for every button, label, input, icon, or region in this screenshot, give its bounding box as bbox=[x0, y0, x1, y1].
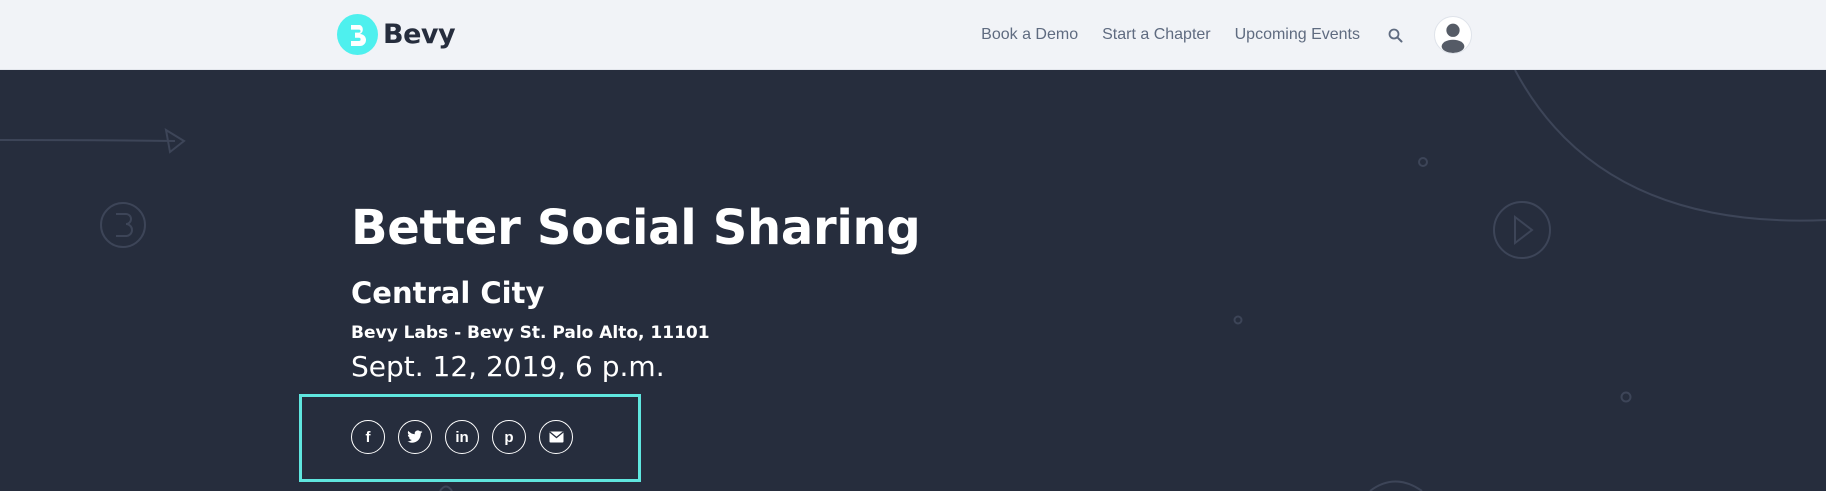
nav-start-chapter[interactable]: Start a Chapter bbox=[1102, 26, 1211, 44]
background-decoration bbox=[0, 70, 1826, 491]
event-venue: Bevy Labs - Bevy St. Palo Alto, 11101 bbox=[351, 323, 710, 343]
user-avatar-icon[interactable] bbox=[1434, 16, 1472, 54]
main-nav: Book a Demo Start a Chapter Upcoming Eve… bbox=[957, 0, 1472, 70]
search-icon[interactable] bbox=[1386, 26, 1404, 44]
bevy-logo-icon bbox=[337, 14, 378, 55]
bevy-logo[interactable]: Bevy bbox=[337, 14, 456, 55]
nav-upcoming-events[interactable]: Upcoming Events bbox=[1235, 26, 1360, 44]
facebook-glyph: f bbox=[365, 428, 371, 446]
linkedin-icon[interactable]: in bbox=[445, 420, 479, 454]
event-date: Sept. 12, 2019, 6 p.m. bbox=[351, 350, 665, 383]
email-icon[interactable] bbox=[539, 420, 573, 454]
facebook-icon[interactable]: f bbox=[351, 420, 385, 454]
pinterest-glyph: p bbox=[504, 428, 514, 446]
twitter-icon[interactable] bbox=[398, 420, 432, 454]
social-share-buttons: f in p bbox=[351, 420, 573, 454]
linkedin-glyph: in bbox=[455, 428, 469, 446]
event-hero: Better Social Sharing Central City Bevy … bbox=[0, 70, 1826, 491]
nav-book-demo[interactable]: Book a Demo bbox=[981, 26, 1078, 44]
event-title: Better Social Sharing bbox=[351, 200, 921, 256]
top-navbar: Bevy Book a Demo Start a Chapter Upcomin… bbox=[0, 0, 1826, 70]
event-city: Central City bbox=[351, 276, 545, 310]
pinterest-icon[interactable]: p bbox=[492, 420, 526, 454]
brand-name: Bevy bbox=[383, 19, 456, 50]
